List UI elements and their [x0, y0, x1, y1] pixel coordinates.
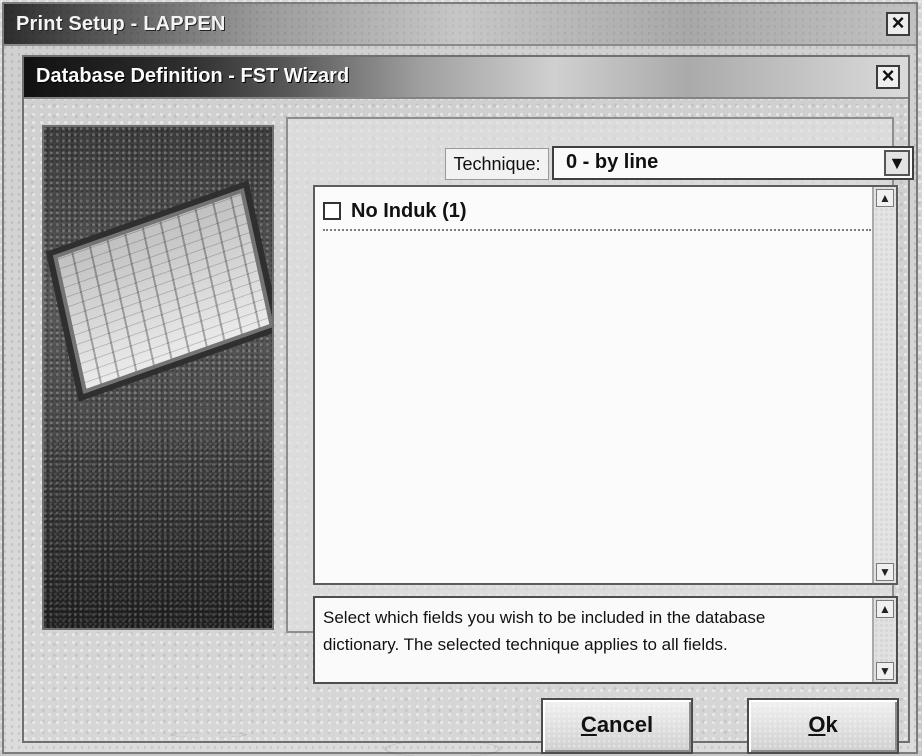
- dialog-titlebar: Database Definition - FST Wizard ×: [24, 57, 908, 99]
- print-setup-close-button[interactable]: ×: [886, 12, 910, 36]
- wizard-preview-image: [42, 125, 274, 630]
- technique-dropdown[interactable]: 0 - by line ▼: [552, 146, 914, 180]
- fields-list[interactable]: No Induk (1) ▲ ▼: [313, 185, 898, 585]
- ok-button[interactable]: Ok: [747, 698, 899, 754]
- help-scroll-up-icon[interactable]: ▲: [876, 600, 894, 618]
- help-text-box: Select which fields you wish to be inclu…: [313, 596, 898, 684]
- dialog-close-button[interactable]: ×: [876, 65, 900, 89]
- fields-scroll-up-icon[interactable]: ▲: [876, 189, 894, 207]
- database-definition-dialog: Database Definition - FST Wizard × Techn…: [22, 55, 914, 756]
- help-scroll-down-icon[interactable]: ▼: [876, 662, 894, 680]
- print-setup-window: Print Setup - LAPPEN × Database Definiti…: [2, 2, 918, 756]
- cancel-button[interactable]: Cancel: [541, 698, 693, 754]
- screen: Print Setup - LAPPEN × Database Definiti…: [0, 0, 922, 756]
- fields-list-scrollbar[interactable]: ▲ ▼: [872, 187, 896, 583]
- field-checkbox[interactable]: [323, 202, 341, 220]
- print-setup-title: Print Setup - LAPPEN: [16, 13, 226, 35]
- dialog-title: Database Definition - FST Wizard: [36, 65, 350, 87]
- fields-scroll-down-icon[interactable]: ▼: [876, 563, 894, 581]
- field-row-no-induk[interactable]: No Induk (1): [323, 193, 871, 231]
- print-setup-titlebar: Print Setup - LAPPEN ×: [4, 4, 916, 46]
- help-text: Select which fields you wish to be inclu…: [323, 608, 766, 654]
- preview-shadow: [44, 438, 272, 628]
- field-label: No Induk (1): [351, 199, 467, 222]
- dropdown-arrow-icon[interactable]: ▼: [884, 150, 910, 176]
- help-scrollbar[interactable]: ▲ ▼: [872, 598, 896, 682]
- technique-value: 0 - by line: [566, 151, 659, 173]
- technique-label: Technique:: [445, 148, 549, 180]
